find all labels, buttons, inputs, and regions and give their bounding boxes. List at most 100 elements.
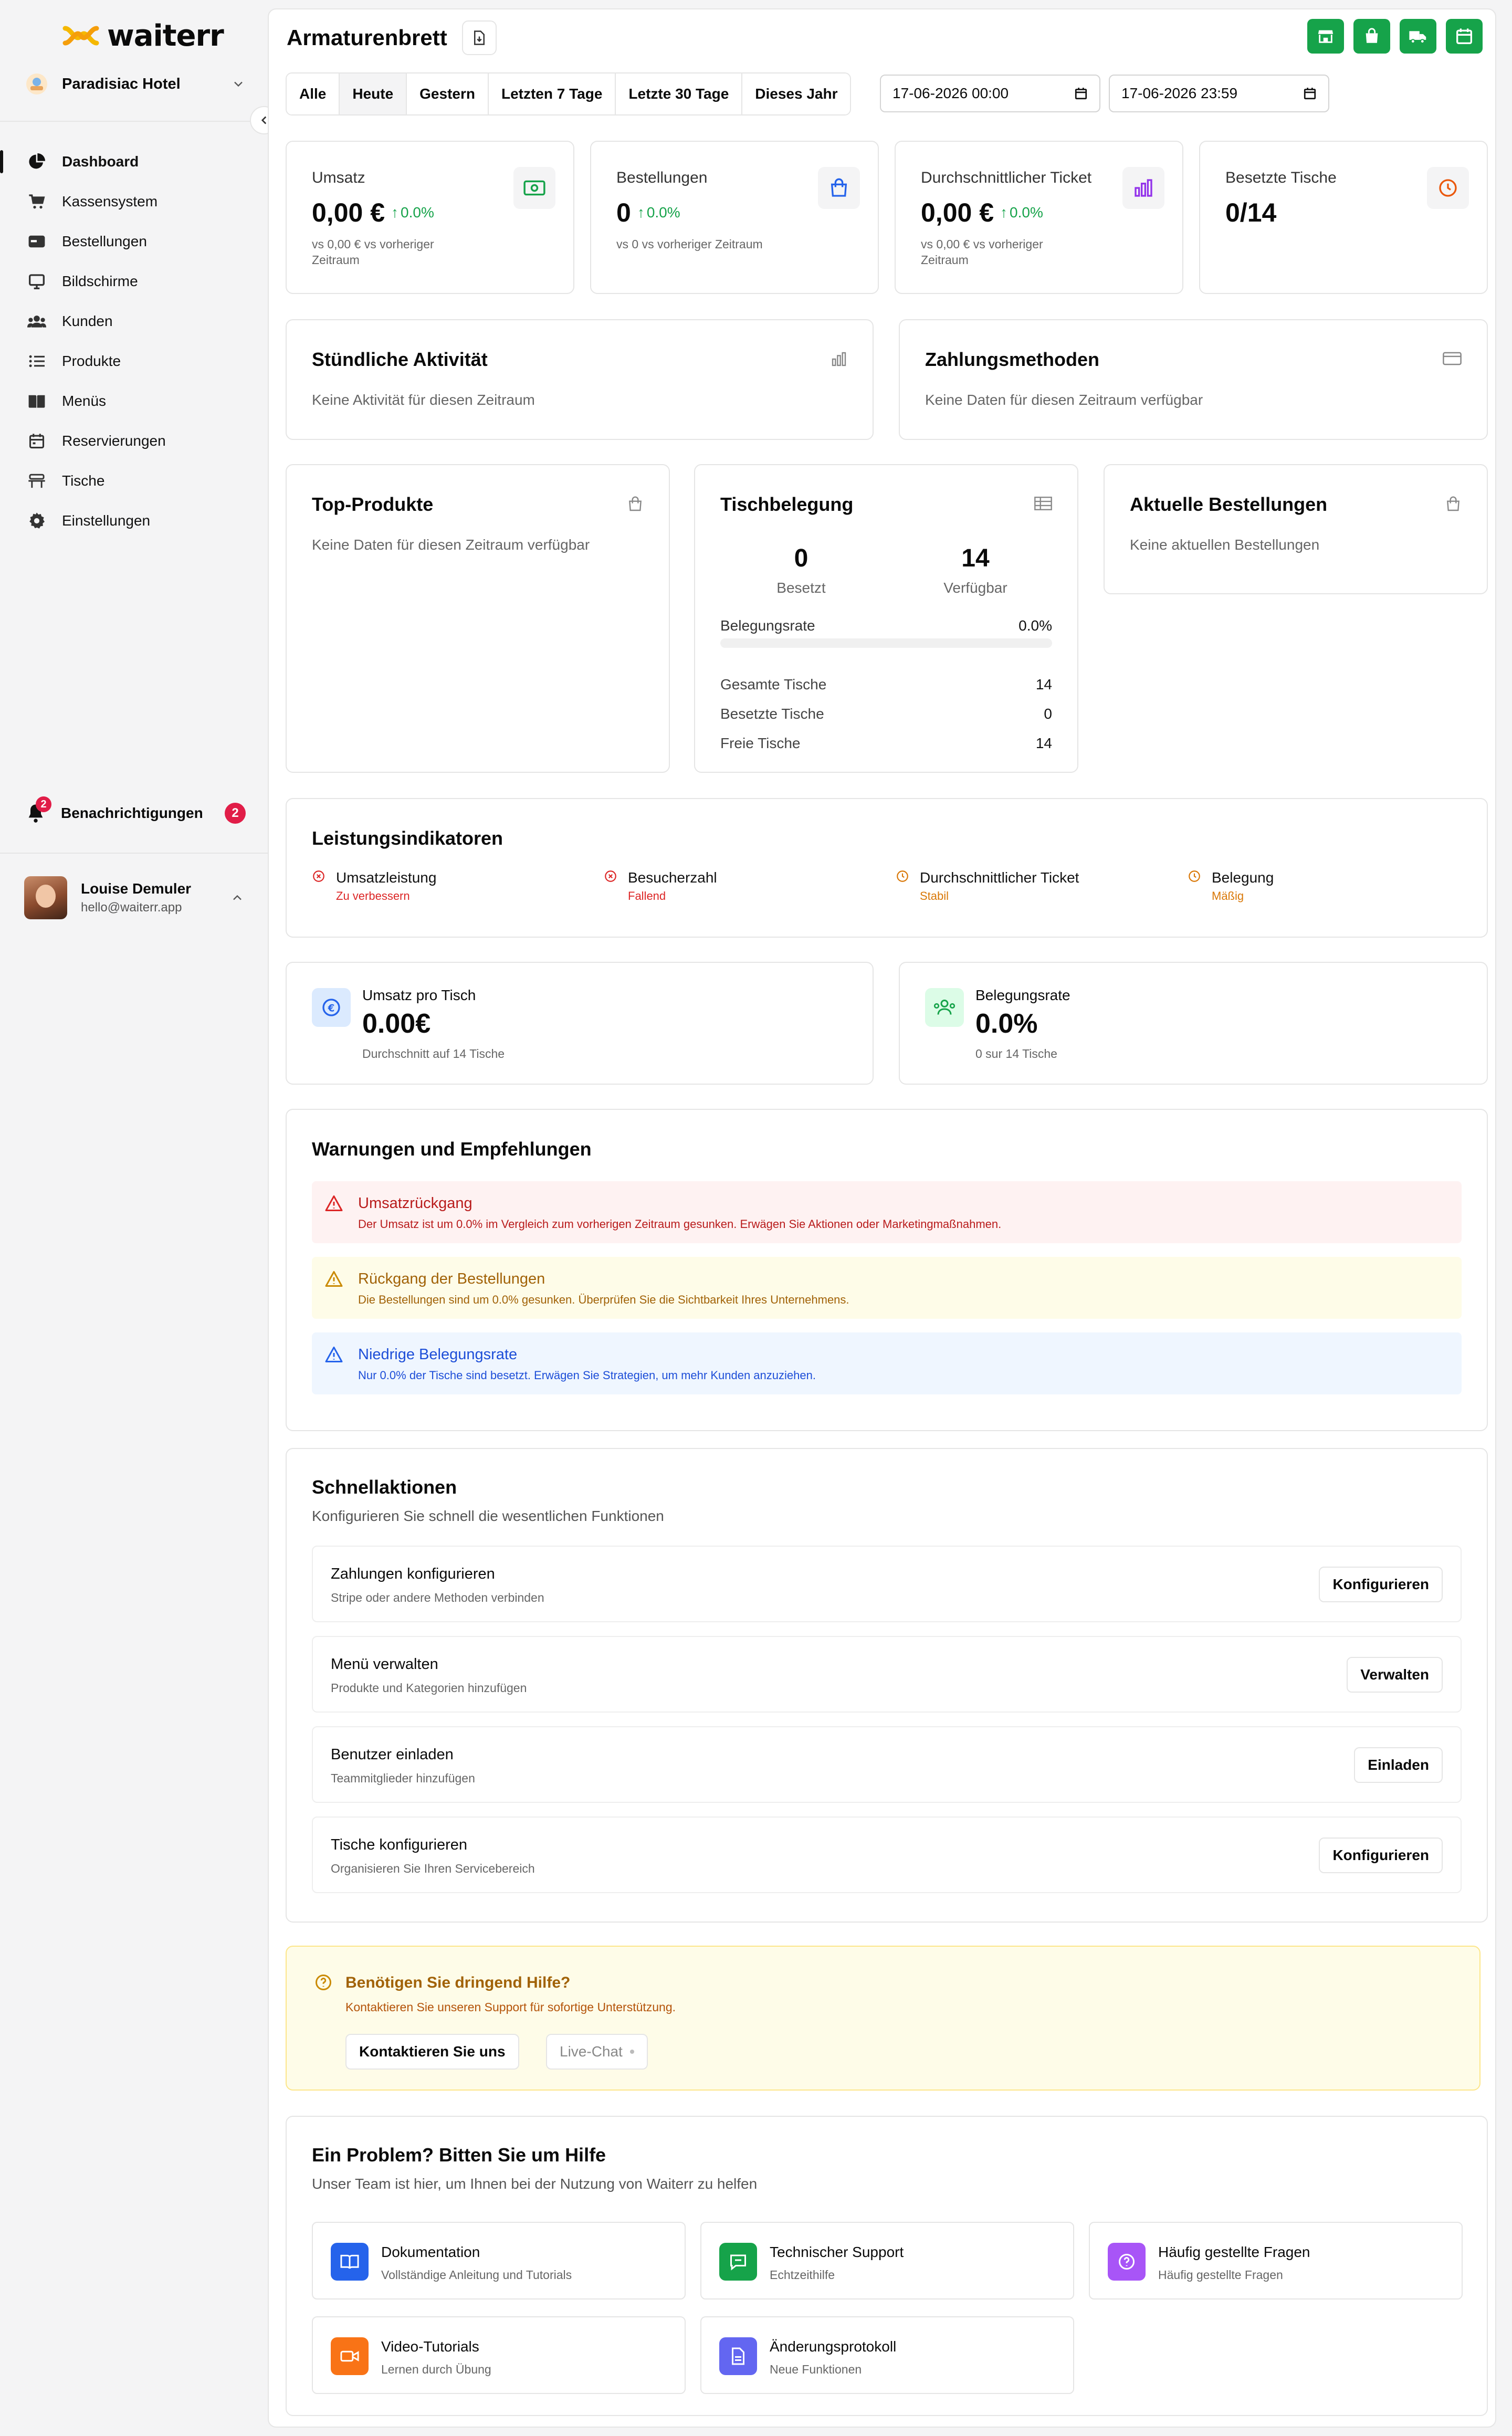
user-name: Louise Demuler bbox=[81, 880, 192, 897]
sidebar-item-products[interactable]: Produkte bbox=[0, 341, 268, 381]
delivery-button[interactable] bbox=[1400, 19, 1436, 54]
range-tab-active[interactable]: Heute bbox=[340, 74, 407, 114]
sidebar-item-customers[interactable]: Kunden bbox=[0, 301, 268, 341]
notifications-button[interactable]: 2 Benachrichtigungen 2 bbox=[25, 796, 246, 826]
brand-logo[interactable]: waiterr bbox=[62, 19, 224, 53]
kpi-label: Umsatz pro Tisch bbox=[362, 987, 476, 1003]
sidebar-item-label: Produkte bbox=[62, 353, 121, 369]
sidebar-item-settings[interactable]: Einstellungen bbox=[0, 501, 268, 541]
shopping-bag-button[interactable] bbox=[1353, 19, 1390, 54]
calendar-icon bbox=[1075, 88, 1087, 100]
shopping-bag-icon bbox=[1445, 496, 1462, 512]
calendar-button[interactable] bbox=[1446, 19, 1483, 54]
range-tab[interactable]: Dieses Jahr bbox=[742, 74, 850, 114]
people-icon bbox=[925, 988, 964, 1027]
range-tab[interactable]: Alle bbox=[287, 74, 340, 114]
sidebar-item-label: Bildschirme bbox=[62, 273, 138, 289]
kpi-sub: 0 sur 14 Tische bbox=[975, 1047, 1057, 1060]
sidebar-item-label: Reservierungen bbox=[62, 433, 166, 449]
date-to-value: 17-06-2026 23:59 bbox=[1121, 85, 1238, 101]
date-from-input[interactable]: 17-06-2026 00:00 bbox=[880, 75, 1100, 112]
table-grid-icon bbox=[1034, 496, 1052, 511]
stat-change: ↑ 0.0% bbox=[1000, 204, 1043, 221]
quick-action-item: Menü verwalten Produkte und Kategorien h… bbox=[312, 1636, 1462, 1713]
range-tab[interactable]: Letzten 7 Tage bbox=[488, 74, 616, 114]
stat-change-value: 0.0% bbox=[401, 204, 434, 220]
payment-methods-card: Zahlungsmethoden Keine Daten für diesen … bbox=[899, 319, 1488, 440]
quick-action-title: Menü verwalten bbox=[331, 1656, 438, 1673]
alert-description: Der Umsatz ist um 0.0% im Vergleich zum … bbox=[358, 1217, 1002, 1231]
sidebar-item-dashboard[interactable]: Dashboard bbox=[0, 142, 268, 182]
sidebar-item-pos[interactable]: Kassensystem bbox=[0, 182, 268, 222]
urgent-help-banner: Benötigen Sie dringend Hilfe? Kontaktier… bbox=[286, 1946, 1480, 2091]
sidebar-item-label: Einstellungen bbox=[62, 512, 151, 529]
indicator-status: Fallend bbox=[628, 889, 666, 902]
stat-card-avg-ticket: Durchschnittlicher Ticket 0,00 € ↑ 0.0% vs… bbox=[895, 141, 1183, 294]
hotel-switcher[interactable]: Paradisiac Hotel bbox=[25, 67, 246, 101]
table-occupancy-card: Tischbelegung 0 Besetzt 14 Verfügbar Bel… bbox=[694, 464, 1078, 773]
bell-icon: 2 bbox=[25, 796, 51, 824]
manage-menu-button[interactable]: Verwalten bbox=[1347, 1657, 1443, 1693]
resource-videos[interactable]: Video-Tutorials Lernen durch Übung bbox=[312, 2316, 686, 2394]
bag-icon bbox=[1366, 28, 1378, 43]
configure-tables-button[interactable]: Konfigurieren bbox=[1319, 1838, 1443, 1873]
resource-support[interactable]: Technischer Support Echtzeithilfe bbox=[700, 2222, 1074, 2300]
configure-payments-button[interactable]: Konfigurieren bbox=[1319, 1567, 1443, 1602]
stat-card-occupied-tables: Besetzte Tische 0/14 bbox=[1199, 141, 1488, 294]
resource-documentation[interactable]: Dokumentation Vollständige Anleitung und… bbox=[312, 2222, 686, 2300]
export-pdf-button[interactable] bbox=[461, 20, 497, 55]
user-menu[interactable]: Louise Demuler hello@waiterr.app bbox=[24, 876, 245, 920]
sidebar-item-orders[interactable]: Bestellungen bbox=[0, 222, 268, 261]
store-button[interactable] bbox=[1307, 19, 1344, 54]
stat-value: 0 bbox=[616, 198, 631, 227]
resource-changelog[interactable]: Änderungsprotokoll Neue Funktionen bbox=[700, 2316, 1074, 2394]
resource-faq[interactable]: Häufig gestellte Fragen Häufig gestellte… bbox=[1089, 2222, 1463, 2300]
x-circle-icon bbox=[605, 870, 616, 882]
shopping-bag-icon bbox=[818, 167, 860, 209]
alert-title: Niedrige Belegungsrate bbox=[358, 1346, 518, 1363]
bar-chart-icon bbox=[831, 351, 847, 368]
stat-card-orders: Bestellungen 0 ↑ 0.0% vs 0 vs vorheriger Z… bbox=[590, 141, 879, 294]
notification-count-badge: 2 bbox=[225, 803, 246, 824]
stat-value-row: 0,00 € ↑ 0.0% bbox=[312, 197, 434, 228]
video-icon bbox=[331, 2337, 369, 2375]
recent-orders-card: Aktuelle Bestellungen Keine aktuellen Be… bbox=[1104, 464, 1488, 594]
sidebar-item-menus[interactable]: Menüs bbox=[0, 381, 268, 421]
sidebar-item-label: Kassensystem bbox=[62, 193, 158, 209]
card-title: Tischbelegung bbox=[720, 494, 854, 515]
range-tab[interactable]: Gestern bbox=[407, 74, 489, 114]
resource-description: Neue Funktionen bbox=[770, 2362, 862, 2376]
clock-icon bbox=[897, 870, 908, 882]
date-range-tabs: Alle Heute Gestern Letzten 7 Tage Letzte… bbox=[286, 72, 852, 116]
alert-revenue-drop: Umsatzrückgang Der Umsatz ist um 0.0% im… bbox=[312, 1181, 1462, 1243]
date-to-input[interactable]: 17-06-2026 23:59 bbox=[1109, 75, 1329, 112]
live-chat-button[interactable]: Live-Chat bbox=[546, 2034, 648, 2070]
bar-chart-icon bbox=[1122, 167, 1164, 209]
invite-users-button[interactable]: Einladen bbox=[1354, 1747, 1443, 1783]
contact-us-button[interactable]: Kontaktieren Sie uns bbox=[345, 2034, 519, 2070]
stat-change: ↑ 0.0% bbox=[637, 204, 680, 221]
range-tab[interactable]: Letzte 30 Tage bbox=[616, 74, 743, 114]
resource-description: Echtzeithilfe bbox=[770, 2268, 835, 2282]
sidebar-item-reservations[interactable]: Reservierungen bbox=[0, 421, 268, 461]
resource-title: Häufig gestellte Fragen bbox=[1158, 2244, 1310, 2260]
kpi-value: 0.00€ bbox=[362, 1009, 431, 1039]
free-tables-row: Freie Tische 14 bbox=[720, 735, 1052, 752]
stat-change-value: 0.0% bbox=[646, 204, 680, 220]
quick-action-item: Zahlungen konfigurieren Stripe oder ande… bbox=[312, 1546, 1462, 1622]
indicator-status: Zu verbessern bbox=[336, 889, 410, 902]
sidebar-item-tables[interactable]: Tische bbox=[0, 461, 268, 501]
quick-action-item: Tische konfigurieren Organisieren Sie Ih… bbox=[312, 1816, 1462, 1893]
sidebar-item-screens[interactable]: Bildschirme bbox=[0, 261, 268, 301]
row-label: Besetzte Tische bbox=[720, 706, 824, 722]
alert-title: Rückgang der Bestellungen bbox=[358, 1270, 545, 1287]
help-resources-card: Ein Problem? Bitten Sie um Hilfe Unser T… bbox=[286, 2116, 1488, 2416]
row-value: 14 bbox=[1035, 676, 1052, 692]
help-title: Benötigen Sie dringend Hilfe? bbox=[345, 1974, 571, 1991]
credit-card-icon bbox=[1443, 351, 1462, 366]
stat-comparison: vs 0,00 € vs vorheriger Zeitraum bbox=[312, 237, 434, 267]
calendar-icon bbox=[1456, 28, 1472, 44]
warning-triangle-icon bbox=[325, 1271, 343, 1287]
occupied-count: 0 bbox=[794, 544, 808, 572]
warning-triangle-icon bbox=[325, 1195, 343, 1211]
